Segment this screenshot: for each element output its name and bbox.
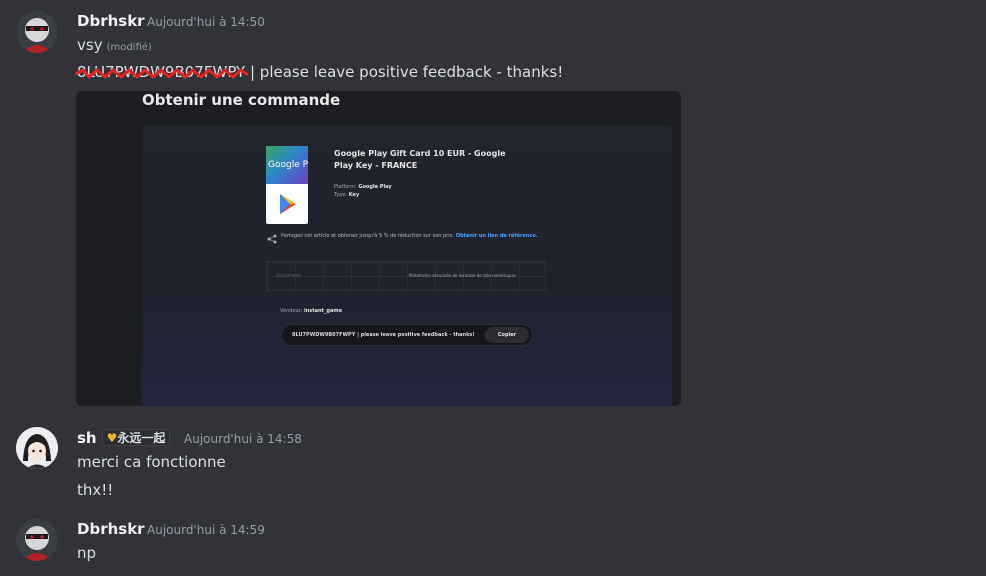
message-text: thx!!: [77, 481, 114, 499]
username[interactable]: Dbrhskr: [77, 520, 145, 538]
key-text: 8LU7PWDW9B07FWPY | please leave positive…: [292, 332, 475, 338]
scribble-icon: [75, 68, 249, 80]
scribbled-code: 8LU7PWDW9B07FWPY: [75, 63, 249, 81]
banner-text: Plateforme sécurisée de livraison de clé…: [409, 273, 516, 278]
image-embed[interactable]: Obtenir une commande Google Play Google …: [76, 91, 681, 406]
guild-tag-badge[interactable]: ♥永远一起: [101, 429, 171, 446]
product-title: Google Play Gift Card 10 EUR - Google Pl…: [334, 149, 506, 170]
timestamp: Aujourd'hui à 14:58: [184, 432, 302, 446]
username[interactable]: Dbrhskr: [77, 12, 145, 30]
avatar[interactable]: [16, 11, 58, 53]
platform-info: Platform: Google Play: [334, 184, 392, 190]
edited-label: (modifié): [106, 42, 152, 53]
avatar[interactable]: [16, 519, 58, 561]
message-text: 8LU7PWDW9B07FWPY | please leave positive…: [75, 63, 564, 81]
username[interactable]: sh ♥永远一起: [77, 429, 171, 447]
share-icon: [267, 234, 277, 244]
banner-logo-text: Sellsthere: [276, 273, 301, 279]
message-text-line: vsy: [77, 36, 103, 54]
copy-button: Copier: [485, 327, 529, 343]
timestamp: Aujourd'hui à 14:50: [147, 15, 265, 29]
message-text: merci ca fonctionne: [77, 453, 226, 471]
seller-info: Vendeur: instant_game: [280, 308, 342, 314]
message-text: np: [77, 544, 97, 562]
key-box: 8LU7PWDW9B07FWPY | please leave positive…: [281, 324, 533, 346]
message-text: vsy (modifié): [77, 36, 152, 54]
timestamp: Aujourd'hui à 14:59: [147, 523, 265, 537]
gift-card-image: Google Play: [266, 146, 308, 224]
heart-icon: ♥: [106, 431, 118, 445]
referral-link: Obtenir un lien de référence.: [455, 233, 538, 239]
type-info: Type: Key: [334, 192, 360, 198]
avatar[interactable]: [16, 427, 58, 469]
play-icon: [280, 194, 296, 214]
share-text: Partagez cet article et obtenez jusqu'à …: [281, 233, 538, 239]
message-text-rest: | please leave positive feedback - thank…: [245, 63, 564, 81]
embed-title: Obtenir une commande: [142, 91, 341, 109]
card-logo-text: Google Play: [268, 160, 308, 170]
